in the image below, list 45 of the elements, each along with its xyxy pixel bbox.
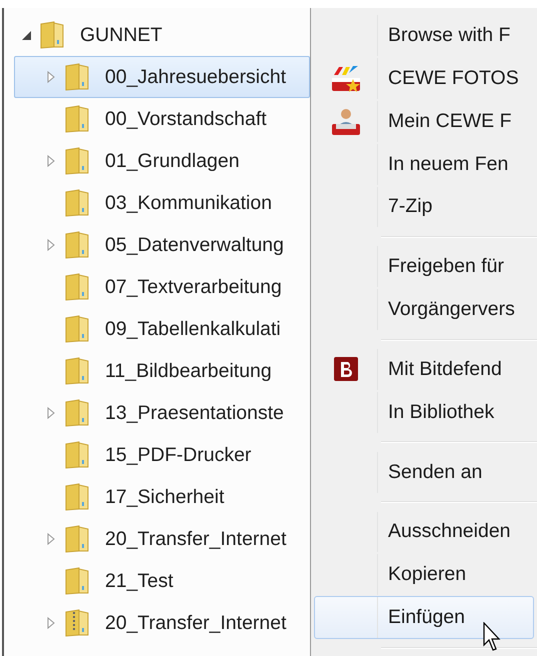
folder-icon [64,231,90,259]
folder-icon [64,567,90,595]
folder-icon [64,147,90,175]
menu-item[interactable]: Mit Bitdefend [314,348,534,391]
tree-item[interactable]: 20_Transfer_Internet [14,518,310,560]
menu-item[interactable]: Senden an [314,450,534,494]
tree-item[interactable]: 07_Textverarbeitung [14,266,310,308]
folder-icon [64,357,90,385]
menu-item[interactable]: Mein CEWE F [314,100,534,143]
tree-item[interactable]: 20_Transfer_Internet [14,602,310,644]
menu-item[interactable]: CEWE FOTOS [314,56,534,100]
folder-icon [64,105,90,133]
app-icon [331,106,361,136]
folder-icon [64,63,90,91]
folder-icon [39,21,65,49]
tree-item[interactable]: 01_Grundlagen [14,140,310,182]
tree-item[interactable]: 00_Vorstandschaft [14,98,310,140]
tree-item[interactable]: 00_Jahresuebersicht [14,56,310,98]
tree-item[interactable]: 15_PDF-Drucker [14,434,310,476]
app-icon [331,63,361,94]
tree-item[interactable]: GUNNET [14,14,310,56]
folder-icon [64,273,90,301]
folder-icon [64,189,90,217]
folder-icon [64,315,90,343]
tree-item[interactable]: 11_Bildbearbeitung [14,350,310,392]
tree-item[interactable]: 09_Tabellenkalkulati [14,308,310,350]
tree-item[interactable]: 17_Sicherheit [14,476,310,518]
menu-item[interactable]: 7-Zip [314,186,534,228]
menu-item[interactable]: Einfügen [314,596,534,640]
menu-item[interactable]: In Bibliothek [314,390,534,434]
menu-item[interactable]: In neuem Fen [314,142,534,186]
folder-icon [64,483,90,511]
tree-item[interactable]: 05_Datenverwaltung [14,224,310,266]
tree-item[interactable]: 03_Kommunikation [14,182,310,224]
menu-item[interactable]: Freigeben für [314,245,534,288]
tree-item[interactable]: 13_Praesentationste [14,392,310,434]
tree-item[interactable]: 21_Test [14,560,310,602]
menu-item[interactable]: Kopieren [314,553,534,596]
folder-icon [64,399,90,427]
zip-folder-icon [64,609,90,637]
menu-item[interactable]: Vorgängervers [314,288,534,332]
menu-item[interactable]: Browse with F [314,14,534,57]
folder-icon [64,525,90,553]
folder-icon [64,441,90,469]
menu-item[interactable]: Ausschneiden [314,510,534,554]
